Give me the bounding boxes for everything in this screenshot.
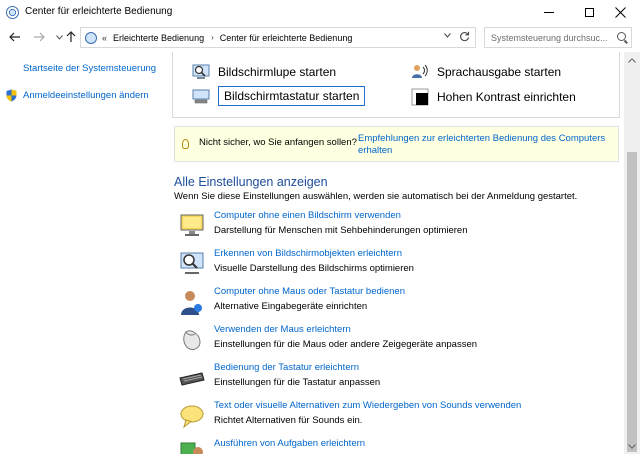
use-without-mouse-keyboard-link[interactable]: Computer ohne Maus oder Tastatur bediene… [214, 286, 405, 297]
forward-button[interactable] [32, 30, 46, 44]
recommendation-tip: Nicht sicher, wo Sie anfangen sollen? Em… [174, 126, 619, 162]
start-narrator-label: Sprachausgabe starten [437, 65, 562, 79]
list-item: Ausführen von Aufgaben erleichtern [178, 437, 608, 454]
refresh-button[interactable] [459, 31, 470, 45]
close-button[interactable] [598, 0, 640, 24]
quick-access-panel: Bildschirmlupe starten Bildschirmtastatu… [172, 52, 620, 118]
monitor-icon [180, 214, 204, 236]
keyboard-icon [179, 372, 205, 386]
control-panel-icon [6, 6, 19, 19]
minimize-button[interactable] [526, 0, 571, 24]
navigation-bar: « Erleichterte Bedienung › Center für er… [0, 24, 640, 52]
scroll-up-button[interactable] [624, 52, 640, 68]
back-button[interactable] [8, 30, 22, 44]
set-up-high-contrast-label: Hohen Kontrast einrichten [437, 90, 576, 104]
maximize-icon [585, 7, 594, 17]
start-narrator-button[interactable]: Sprachausgabe starten [411, 63, 561, 81]
recommendations-link[interactable]: Empfehlungen zur erleichterten Bedienung… [358, 133, 613, 157]
magnifier-icon [192, 64, 210, 79]
breadcrumb-separator[interactable]: › [211, 33, 214, 42]
start-on-screen-keyboard-button[interactable]: Bildschirmtastatur starten [192, 86, 366, 106]
magnifier-monitor-icon [180, 252, 204, 274]
control-panel-icon [85, 31, 97, 44]
address-dropdown-button[interactable] [444, 33, 451, 40]
list-item: Bedienung der Tastatur erleichtern Einst… [178, 361, 608, 395]
control-panel-home-link[interactable]: Startseite der Systemsteuerung [23, 63, 156, 74]
chevron-down-icon [55, 34, 63, 40]
item-description: Visuelle Darstellung des Bildschirms opt… [214, 263, 414, 274]
list-item: Erkennen von Bildschirmobjekten erleicht… [178, 247, 608, 281]
make-keyboard-easier-link[interactable]: Bedienung der Tastatur erleichtern [214, 362, 359, 373]
chevron-down-icon [444, 33, 451, 38]
up-button[interactable] [64, 30, 78, 44]
section-title: Alle Einstellungen anzeigen [174, 175, 328, 189]
change-logon-settings-link[interactable]: Anmeldeeinstellungen ändern [23, 90, 149, 101]
light-bulb-icon [182, 139, 189, 149]
person-icon [181, 291, 202, 315]
use-without-display-link[interactable]: Computer ohne einen Bildschirm verwenden [214, 210, 401, 221]
refresh-icon [460, 31, 470, 42]
section-description: Wenn Sie diese Einstellungen auswählen, … [174, 191, 578, 202]
minimize-icon [543, 11, 554, 13]
make-mouse-easier-link[interactable]: Verwenden der Maus erleichtern [214, 324, 351, 335]
tasks-icon [180, 442, 203, 454]
item-description: Richtet Alternativen für Sounds ein. [214, 415, 363, 426]
window-title: Center für erleichterte Bedienung [25, 6, 173, 17]
scroll-thumb[interactable] [627, 152, 637, 452]
scroll-down-button[interactable] [624, 438, 640, 454]
item-description: Alternative Eingabegeräte einrichten [214, 301, 368, 312]
list-item: Computer ohne einen Bildschirm verwenden… [178, 209, 608, 243]
make-tasks-easier-link[interactable]: Ausführen von Aufgaben erleichtern [214, 438, 365, 449]
tip-text: Nicht sicher, wo Sie anfangen sollen? [199, 137, 357, 148]
title-bar: Center für erleichterte Bedienung [0, 0, 640, 24]
high-contrast-icon [411, 88, 429, 106]
arrow-left-icon [9, 32, 20, 42]
arrow-up-icon [66, 31, 76, 42]
sidebar: Startseite der Systemsteuerung Anmeldeei… [0, 52, 170, 454]
address-bar[interactable]: « Erleichterte Bedienung › Center für er… [80, 27, 476, 48]
arrow-right-icon [34, 32, 45, 42]
start-on-screen-keyboard-label: Bildschirmtastatur starten [218, 86, 366, 106]
item-description: Darstellung für Menschen mit Sehbehinder… [214, 225, 468, 236]
search-icon[interactable] [617, 32, 626, 41]
search-input[interactable] [485, 28, 611, 47]
shield-icon [6, 89, 17, 102]
main-content: Bildschirmlupe starten Bildschirmtastatu… [170, 52, 624, 454]
sound-alternatives-link[interactable]: Text oder visuelle Alternativen zum Wied… [214, 400, 521, 411]
close-icon [615, 6, 626, 18]
mouse-icon [183, 330, 201, 350]
chevron-up-icon [628, 57, 636, 63]
list-item: Verwenden der Maus erleichtern Einstellu… [178, 323, 608, 357]
chevron-down-icon [628, 443, 636, 449]
breadcrumb-item[interactable]: Erleichterte Bedienung [113, 33, 204, 43]
narrator-icon [412, 64, 428, 78]
list-item: Text oder visuelle Alternativen zum Wied… [178, 399, 608, 433]
vertical-scrollbar[interactable] [624, 52, 640, 454]
keyboard-monitor-icon [192, 89, 210, 104]
make-screen-easier-to-see-link[interactable]: Erkennen von Bildschirmobjekten erleicht… [214, 248, 402, 259]
breadcrumb-overflow[interactable]: « [102, 33, 107, 43]
speech-bubble-icon [180, 405, 204, 429]
list-item: Computer ohne Maus oder Tastatur bediene… [178, 285, 608, 319]
item-description: Einstellungen für die Tastatur anpassen [214, 377, 381, 388]
set-up-high-contrast-button[interactable]: Hohen Kontrast einrichten [411, 88, 576, 106]
start-magnifier-label: Bildschirmlupe starten [218, 65, 337, 79]
item-description: Einstellungen für die Maus oder andere Z… [214, 339, 478, 350]
start-magnifier-button[interactable]: Bildschirmlupe starten [192, 63, 336, 81]
search-box[interactable] [484, 27, 632, 48]
breadcrumb-item[interactable]: Center für erleichterte Bedienung [220, 33, 353, 43]
